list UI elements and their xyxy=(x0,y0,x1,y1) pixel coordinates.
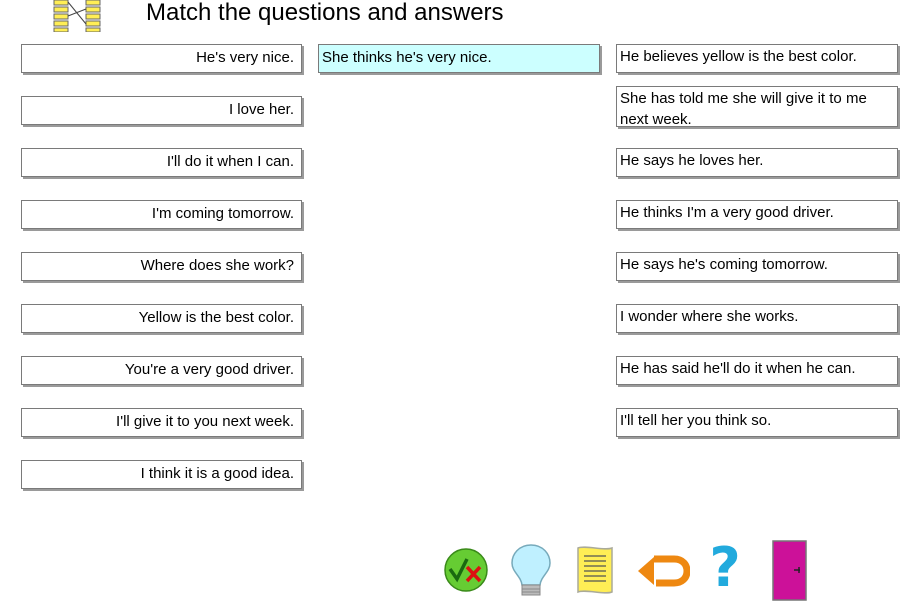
answer-card[interactable]: He says he's coming tomorrow. xyxy=(616,252,898,281)
question-box[interactable]: I think it is a good idea. xyxy=(21,460,302,489)
question-box[interactable]: Yellow is the best color. xyxy=(21,304,302,333)
answer-card[interactable]: He believes yellow is the best color. xyxy=(616,44,898,73)
answer-card[interactable]: He says he loves her. xyxy=(616,148,898,177)
placed-answer[interactable]: She thinks he's very nice. xyxy=(318,44,600,73)
exit-door-icon[interactable] xyxy=(772,540,807,601)
svg-text:?: ? xyxy=(709,540,740,598)
answer-card[interactable]: He thinks I'm a very good driver. xyxy=(616,200,898,229)
notes-page-icon[interactable] xyxy=(575,544,615,596)
answer-card[interactable]: She has told me she will give it to me n… xyxy=(616,86,898,128)
question-box[interactable]: You're a very good driver. xyxy=(21,356,302,385)
restart-arrow-icon[interactable] xyxy=(634,553,690,589)
lightbulb-hint-icon[interactable] xyxy=(510,543,552,599)
answer-card[interactable]: I wonder where she works. xyxy=(616,304,898,333)
question-box[interactable]: He's very nice. xyxy=(21,44,302,73)
question-box[interactable]: I'll do it when I can. xyxy=(21,148,302,177)
check-answers-icon[interactable] xyxy=(443,547,489,593)
question-box[interactable]: I'm coming tomorrow. xyxy=(21,200,302,229)
page-title: Match the questions and answers xyxy=(146,0,504,26)
question-box[interactable]: I love her. xyxy=(21,96,302,125)
matching-icon xyxy=(53,0,101,32)
answer-card[interactable]: I'll tell her you think so. xyxy=(616,408,898,437)
question-box[interactable]: Where does she work? xyxy=(21,252,302,281)
help-question-icon[interactable]: ? xyxy=(704,540,746,598)
answer-card[interactable]: He has said he'll do it when he can. xyxy=(616,356,898,385)
question-box[interactable]: I'll give it to you next week. xyxy=(21,408,302,437)
